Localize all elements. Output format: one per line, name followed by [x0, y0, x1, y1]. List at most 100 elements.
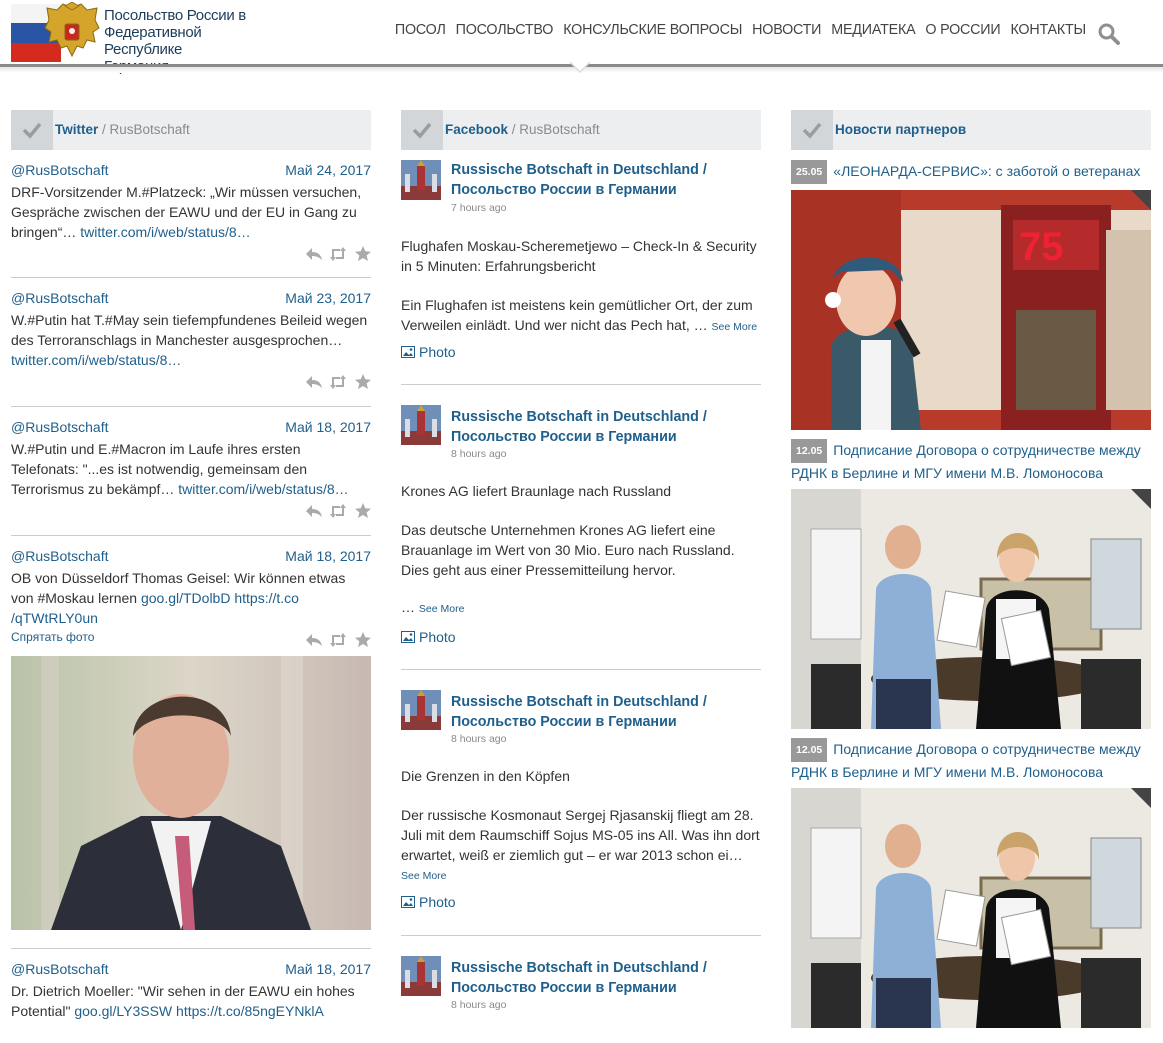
facebook-column-header: Facebook / RusBotschaft [401, 110, 761, 150]
check-icon [791, 110, 833, 150]
tweet-date[interactable]: Май 18, 2017 [285, 961, 371, 977]
coat-of-arms-icon[interactable] [43, 2, 101, 62]
twitter-column-header: Twitter / RusBotschaft [11, 110, 371, 150]
tweet-text: W.#Putin hat T.#May sein tiefempfundenes… [11, 310, 371, 370]
tweet-actions [11, 370, 371, 398]
facebook-post: Russische Botschaft in Deutschland / Пос… [401, 385, 761, 670]
post-author[interactable]: Russische Botschaft in Deutschland / Пос… [451, 958, 751, 998]
retweet-icon[interactable] [329, 374, 347, 390]
tweet-link[interactable]: goo.gl/LY3SSW https://t.co/85ngEYNklA [74, 1003, 324, 1019]
tweet-actions [11, 499, 371, 527]
reply-icon[interactable] [305, 246, 323, 262]
tweet-date[interactable]: Май 18, 2017 [285, 419, 371, 435]
reply-icon[interactable] [305, 632, 323, 648]
partner-news-image[interactable] [791, 788, 1151, 1028]
partner-news-image[interactable]: 75 [791, 190, 1151, 430]
favorite-star-icon[interactable] [354, 632, 372, 648]
see-more-link[interactable]: See More [401, 870, 447, 882]
post-text-1: Flughafen Moskau-Scheremetjewo – Check-I… [401, 238, 757, 274]
see-more-link[interactable]: See More [419, 603, 465, 615]
reply-icon[interactable] [305, 503, 323, 519]
partner-news-title-row[interactable]: 12.05 Подписание Договора о сотрудничеств… [791, 439, 1151, 483]
partner-news-title[interactable]: «ЛЕОНАРДА-СЕРВИС»: с заботой о ветеранах [833, 163, 1140, 179]
nav-item-consular[interactable]: КОНСУЛЬСКИЕ ВОПРОСЫ [563, 22, 742, 38]
reply-icon[interactable] [305, 374, 323, 390]
nav-item-contacts[interactable]: КОНТАКТЫ [1010, 22, 1086, 38]
check-icon [11, 110, 53, 150]
post-time[interactable]: 8 hours ago [451, 999, 506, 1011]
photo-icon [401, 346, 415, 358]
facebook-post: Russische Botschaft in Deutschland / Пос… [401, 150, 761, 385]
retweet-icon[interactable] [329, 632, 347, 648]
tweet: @RusBotschaft Май 23, 2017 W.#Putin hat … [11, 278, 371, 407]
post-text-3: See More [401, 864, 761, 886]
nav-item-news[interactable]: НОВОСТИ [752, 22, 821, 38]
page-avatar[interactable] [401, 690, 441, 730]
search-icon[interactable] [1097, 22, 1121, 46]
tweet-actions [11, 242, 371, 270]
page-avatar[interactable] [401, 956, 441, 996]
post-author[interactable]: Russische Botschaft in Deutschland / Пос… [451, 160, 751, 200]
site-header: Посольство России в Федеративной Республ… [0, 0, 1163, 75]
tweet-link[interactable]: twitter.com/i/web/status/8… [178, 481, 348, 497]
twitter-label[interactable]: Twitter [55, 122, 98, 137]
partner-news-item: 25.05 «ЛЕОНАРДА-СЕРВИС»: с заботой о вете… [791, 150, 1151, 430]
post-text-3: … See More [401, 597, 761, 619]
photo-label: Photo [419, 344, 456, 360]
retweet-icon[interactable] [329, 246, 347, 262]
partner-news-title[interactable]: Подписание Договора о сотрудничестве меж… [791, 442, 1141, 481]
photo-link[interactable]: Photo [401, 344, 456, 360]
post-time[interactable]: 7 hours ago [451, 202, 506, 214]
see-more-link[interactable]: See More [712, 321, 758, 333]
tweet-date[interactable]: Май 23, 2017 [285, 290, 371, 306]
favorite-star-icon[interactable] [354, 503, 372, 519]
post-excerpt: Ein Flughafen ist meistens kein gemütlic… [401, 297, 753, 333]
svg-text:75: 75 [1019, 225, 1064, 269]
photo-link[interactable]: Photo [401, 894, 456, 910]
tweet-date[interactable]: Май 18, 2017 [285, 548, 371, 564]
tweet-text: OB von Düsseldorf Thomas Geisel: Wir kön… [11, 568, 371, 628]
hide-photo-link[interactable]: Спрятать фото [11, 630, 94, 644]
facebook-label[interactable]: Facebook [445, 122, 508, 137]
photo-label: Photo [419, 894, 456, 910]
partner-news-title-row[interactable]: 12.05 Подписание Договора о сотрудничеств… [791, 738, 1151, 782]
main-nav: ПОСОЛ ПОСОЛЬСТВО КОНСУЛЬСКИЕ ВОПРОСЫ НОВ… [395, 22, 1086, 38]
photo-link[interactable]: Photo [401, 629, 456, 645]
post-time[interactable]: 8 hours ago [451, 448, 506, 460]
page-avatar[interactable] [401, 160, 441, 200]
retweet-icon[interactable] [329, 503, 347, 519]
partner-news-item: 12.05 Подписание Договора о сотрудничеств… [791, 439, 1151, 729]
page-avatar[interactable] [401, 405, 441, 445]
tweet-date[interactable]: Май 24, 2017 [285, 162, 371, 178]
nav-item-about-russia[interactable]: О РОССИИ [925, 22, 1000, 38]
agreement-signing-photo [791, 788, 1151, 1028]
partners-label[interactable]: Новости партнеров [835, 122, 966, 137]
photo-label: Photo [419, 629, 456, 645]
nav-item-media[interactable]: МЕДИАТЕКА [831, 22, 915, 38]
partner-news-title-row[interactable]: 25.05 «ЛЕОНАРДА-СЕРВИС»: с заботой о вете… [791, 160, 1151, 184]
tweet-photo-portrait[interactable] [11, 656, 371, 930]
post-text-1: Die Grenzen in den Köpfen [401, 768, 570, 784]
news-date-badge: 12.05 [791, 439, 828, 463]
post-text-2: Der russische Kosmonaut Sergej Rjasanski… [401, 807, 760, 863]
favorite-star-icon[interactable] [354, 374, 372, 390]
post-author[interactable]: Russische Botschaft in Deutschland / Пос… [451, 407, 751, 447]
post-author[interactable]: Russische Botschaft in Deutschland / Пос… [451, 692, 751, 732]
check-icon [401, 110, 443, 150]
tweet-link[interactable]: twitter.com/i/web/status/8… [11, 352, 181, 368]
corner-fold-icon [1131, 489, 1151, 509]
partners-feed: 25.05 «ЛЕОНАРДА-СЕРВИС»: с заботой о вете… [791, 150, 1151, 1043]
nav-item-embassy[interactable]: ПОСОЛЬСТВО [456, 22, 554, 38]
post-time[interactable]: 8 hours ago [451, 733, 506, 745]
partner-news-image[interactable] [791, 489, 1151, 729]
site-title-line-1: Посольство России в [104, 7, 246, 24]
tweet-body: W.#Putin hat T.#May sein tiefempfundenes… [11, 312, 368, 348]
facebook-column-title: Facebook / RusBotschaft [445, 122, 600, 137]
partners-column-title: Новости партнеров [835, 122, 966, 137]
nav-item-posol[interactable]: ПОСОЛ [395, 22, 446, 38]
tweet-link[interactable]: twitter.com/i/web/status/8… [80, 224, 250, 240]
partner-news-title[interactable]: Подписание Договора о сотрудничестве меж… [791, 741, 1141, 780]
facebook-post: Russische Botschaft in Deutschland / Пос… [401, 936, 761, 1036]
facebook-feed: Russische Botschaft in Deutschland / Пос… [401, 150, 761, 1036]
favorite-star-icon[interactable] [354, 246, 372, 262]
